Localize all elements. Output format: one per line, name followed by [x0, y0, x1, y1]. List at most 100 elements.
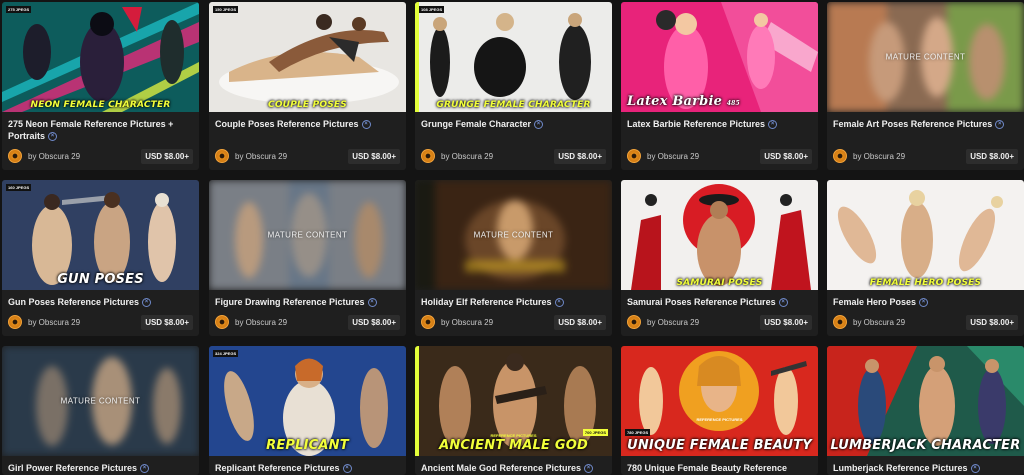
product-card[interactable]: LUMBERJACK CHARACTER Lumberjack Referenc… [827, 346, 1024, 475]
product-title[interactable]: Holiday Elf Reference Pictures × [415, 290, 612, 308]
product-meta: by Obscura 29 USD $8.00+ [421, 148, 606, 164]
product-title[interactable]: Female Art Poses Reference Pictures × [827, 112, 1024, 142]
info-circle-icon[interactable]: × [995, 120, 1005, 130]
creator-avatar-icon[interactable] [421, 315, 435, 329]
price-tag: USD $8.00+ [760, 314, 812, 330]
product-title[interactable]: Latex Barbie Reference Pictures × [621, 112, 818, 142]
product-title[interactable]: Replicant Reference Pictures × [209, 456, 406, 474]
info-circle-icon[interactable]: × [584, 464, 594, 474]
product-thumbnail[interactable]: 108 JPEGS GRUNGE FEMALE CHARACTER [415, 2, 612, 112]
product-title[interactable]: Ancient Male God Reference Pictures × [415, 456, 612, 474]
product-card[interactable]: 108 JPEGS GRUNGE FEMALE CHARACTER Grunge… [415, 2, 612, 170]
product-card[interactable]: 160 JPEGS GUN POSES Gun Poses Reference … [2, 180, 199, 336]
creator-name[interactable]: by Obscura 29 [441, 152, 554, 161]
info-circle-icon[interactable]: × [140, 464, 150, 474]
product-thumbnail[interactable]: 150 JPEGS COUPLE POSES [209, 2, 406, 112]
creator-name[interactable]: by Obscura 29 [441, 318, 554, 327]
image-count-badge: 275 JPEGS [6, 6, 32, 13]
product-card[interactable]: 150 JPEGS COUPLE POSES Couple Poses Refe… [209, 2, 406, 170]
product-card[interactable]: MATURE CONTENT Figure Drawing Reference … [209, 180, 406, 336]
product-thumbnail[interactable]: REFERENCE PICTURES 700 JPEGS ANCIENT MAL… [415, 346, 612, 456]
product-thumbnail[interactable]: MATURE CONTENT [2, 346, 199, 456]
price-tag: USD $8.00+ [348, 314, 400, 330]
product-title[interactable]: 780 Unique Female Beauty Reference [621, 456, 818, 474]
creator-name[interactable]: by Obscura 29 [235, 318, 348, 327]
price-tag: USD $8.00+ [966, 314, 1018, 330]
product-title[interactable]: Gun Poses Reference Pictures × [2, 290, 199, 308]
product-title[interactable]: Samurai Poses Reference Pictures × [621, 290, 818, 308]
image-count-badge: 780 JPEGS [625, 429, 651, 436]
creator-avatar-icon[interactable] [215, 149, 229, 163]
creator-avatar-icon[interactable] [8, 315, 22, 329]
creator-avatar-icon[interactable] [627, 149, 641, 163]
thumbnail-caption: LUMBERJACK CHARACTER [830, 438, 1021, 453]
product-thumbnail[interactable]: 780 JPEGS REFERENCE PICTURES UNIQUE FEMA… [621, 346, 818, 456]
info-circle-icon[interactable]: × [142, 298, 152, 308]
product-card[interactable]: 324 JPEGS REPLICANT Replicant Reference … [209, 346, 406, 475]
info-circle-icon[interactable]: × [970, 464, 980, 474]
mature-content-label: MATURE CONTENT [60, 396, 141, 406]
product-card[interactable]: Latex Barbie 485 Latex Barbie Reference … [621, 2, 818, 170]
creator-avatar-icon[interactable] [627, 315, 641, 329]
info-circle-icon[interactable]: × [48, 132, 58, 142]
image-count-badge: 160 JPEGS [6, 184, 32, 191]
product-thumbnail[interactable]: Latex Barbie 485 [621, 2, 818, 112]
product-card[interactable]: SAMURAI POSES Samurai Poses Reference Pi… [621, 180, 818, 336]
creator-name[interactable]: by Obscura 29 [235, 152, 348, 161]
creator-name[interactable]: by Obscura 29 [853, 318, 966, 327]
product-card[interactable]: MATURE CONTENT Girl Power Reference Pict… [2, 346, 199, 475]
product-thumbnail[interactable]: FEMALE HERO POSES [827, 180, 1024, 290]
info-circle-icon[interactable]: × [778, 298, 788, 308]
product-card[interactable]: REFERENCE PICTURES 700 JPEGS ANCIENT MAL… [415, 346, 612, 475]
product-thumbnail[interactable]: 160 JPEGS GUN POSES [2, 180, 199, 290]
info-circle-icon[interactable]: × [534, 120, 544, 130]
creator-name[interactable]: by Obscura 29 [647, 318, 760, 327]
product-title[interactable]: Girl Power Reference Pictures × [2, 456, 199, 474]
product-meta: by Obscura 29 USD $8.00+ [215, 314, 400, 330]
info-circle-icon[interactable]: × [768, 120, 778, 130]
product-title[interactable]: Couple Poses Reference Pictures × [209, 112, 406, 142]
product-title[interactable]: Grunge Female Character × [415, 112, 612, 142]
product-card[interactable]: MATURE CONTENT Female Art Poses Referenc… [827, 2, 1024, 170]
product-thumbnail[interactable]: 324 JPEGS REPLICANT [209, 346, 406, 456]
product-thumbnail[interactable]: LUMBERJACK CHARACTER [827, 346, 1024, 456]
image-count-badge: 324 JPEGS [213, 350, 239, 357]
creator-avatar-icon[interactable] [833, 149, 847, 163]
creator-name[interactable]: by Obscura 29 [853, 152, 966, 161]
product-card[interactable]: 275 JPEGS NEON FEMALE CHARACTER 275 Neon… [2, 2, 199, 170]
creator-name[interactable]: by Obscura 29 [647, 152, 760, 161]
product-meta: by Obscura 29 USD $8.00+ [8, 148, 193, 164]
reference-overline: REFERENCE PICTURES [696, 417, 743, 422]
thumbnail-caption: Latex Barbie 485 [627, 94, 740, 109]
creator-avatar-icon[interactable] [215, 315, 229, 329]
creator-avatar-icon[interactable] [833, 315, 847, 329]
product-thumbnail[interactable]: MATURE CONTENT [415, 180, 612, 290]
product-title[interactable]: 275 Neon Female Reference Pictures + Por… [2, 112, 199, 142]
product-card[interactable]: FEMALE HERO POSES Female Hero Poses × by … [827, 180, 1024, 336]
creator-avatar-icon[interactable] [8, 149, 22, 163]
product-title[interactable]: Lumberjack Reference Pictures × [827, 456, 1024, 474]
product-thumbnail[interactable]: 275 JPEGS NEON FEMALE CHARACTER [2, 2, 199, 112]
creator-avatar-icon[interactable] [421, 149, 435, 163]
mature-content-label: MATURE CONTENT [267, 230, 348, 240]
info-circle-icon[interactable]: × [342, 464, 352, 474]
price-tag: USD $8.00+ [760, 148, 812, 164]
creator-name[interactable]: by Obscura 29 [28, 152, 141, 161]
product-title[interactable]: Female Hero Poses × [827, 290, 1024, 308]
product-thumbnail[interactable]: MATURE CONTENT [827, 2, 1024, 112]
price-tag: USD $8.00+ [554, 314, 606, 330]
creator-name[interactable]: by Obscura 29 [28, 318, 141, 327]
product-title[interactable]: Figure Drawing Reference Pictures × [209, 290, 406, 308]
product-meta: by Obscura 29 USD $8.00+ [833, 148, 1018, 164]
product-thumbnail[interactable]: MATURE CONTENT [209, 180, 406, 290]
product-meta: by Obscura 29 USD $8.00+ [215, 148, 400, 164]
info-circle-icon[interactable]: × [367, 298, 377, 308]
product-thumbnail[interactable]: SAMURAI POSES [621, 180, 818, 290]
product-card[interactable]: 780 JPEGS REFERENCE PICTURES UNIQUE FEMA… [621, 346, 818, 475]
price-tag: USD $8.00+ [348, 148, 400, 164]
info-circle-icon[interactable]: × [919, 298, 929, 308]
info-circle-icon[interactable]: × [361, 120, 371, 130]
info-circle-icon[interactable]: × [554, 298, 564, 308]
product-card[interactable]: MATURE CONTENT Holiday Elf Reference Pic… [415, 180, 612, 336]
thumbnail-caption-number: 485 [726, 100, 740, 107]
